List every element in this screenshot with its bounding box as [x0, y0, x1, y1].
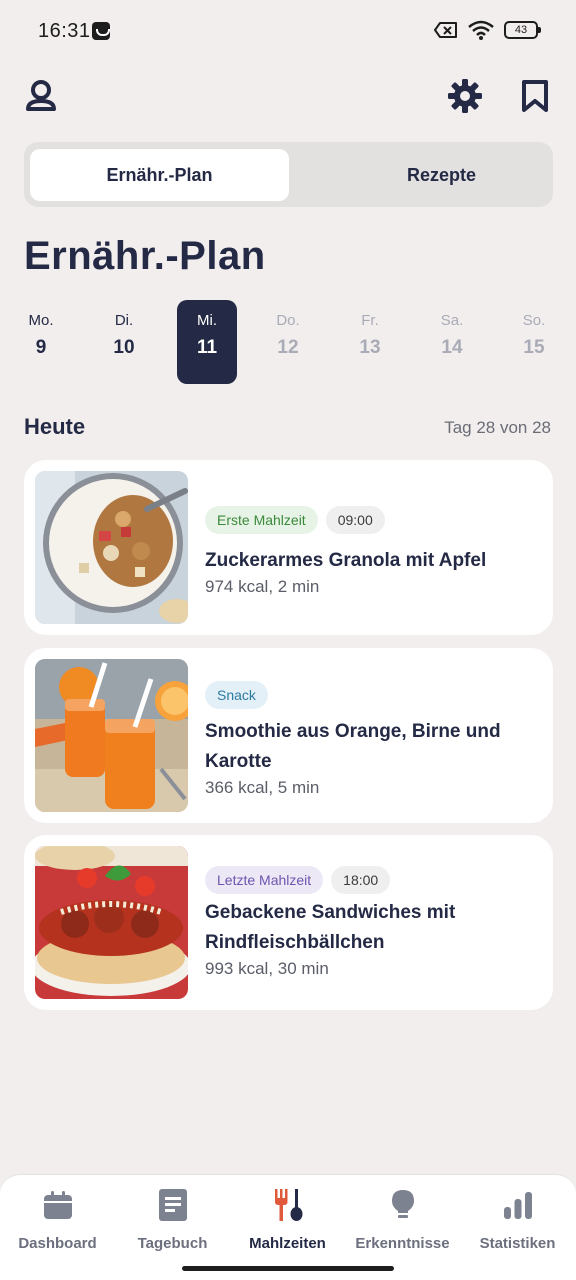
- meal-card-breakfast[interactable]: Erste Mahlzeit 09:00 Zuckerarmes Granola…: [24, 460, 553, 635]
- profile-icon: [26, 80, 56, 111]
- status-time: 16:31: [38, 20, 91, 42]
- section-title: Heute: [24, 414, 86, 439]
- day-number: 11: [196, 337, 218, 358]
- meal-time-badge: 09:00: [325, 506, 385, 534]
- day-number: 9: [35, 337, 47, 358]
- nav-label: Statistiken: [479, 1235, 556, 1252]
- day-name: Do.: [276, 312, 300, 329]
- orange-smoothie-photo: [35, 659, 188, 812]
- nav-label: Mahlzeiten: [249, 1235, 326, 1252]
- lightbulb-icon: [391, 1190, 414, 1218]
- meal-title: Zuckerarmes Granola mit Apfel: [205, 550, 487, 571]
- nav-label: Tagebuch: [137, 1235, 208, 1252]
- day-name: Di.: [114, 312, 134, 329]
- meal-title: Gebackene Sandwiches mit Rindfleischbäll…: [205, 902, 456, 953]
- nav-dashboard[interactable]: Dashboard: [0, 1187, 115, 1252]
- day-name: Sa.: [440, 312, 464, 329]
- day-wednesday[interactable]: Mi. 11: [177, 300, 237, 384]
- meal-type-badge: Erste Mahlzeit: [205, 506, 318, 534]
- bar-chart-icon: [503, 1192, 532, 1219]
- meal-type-badge: Letzte Mahlzeit: [205, 866, 324, 894]
- day-number: 15: [523, 337, 545, 358]
- day-friday[interactable]: Fr. 13: [340, 300, 400, 384]
- journal-icon: [158, 1189, 187, 1221]
- page-title: Ernähr.-Plan: [24, 234, 266, 278]
- profile-button[interactable]: [21, 76, 61, 116]
- gear-icon: [448, 79, 482, 113]
- nav-journal[interactable]: Tagebuch: [115, 1187, 230, 1252]
- meal-time-badge: 18:00: [331, 866, 391, 894]
- settings-button[interactable]: [445, 76, 485, 116]
- day-name: Mi.: [197, 312, 217, 329]
- bookmark-icon: [522, 80, 548, 112]
- meal-type-badge: Snack: [205, 681, 268, 709]
- day-sunday[interactable]: So. 15: [504, 300, 564, 384]
- bottom-navigation: Dashboard Tagebuch Mahlzeiten Erkenntnis…: [0, 1174, 576, 1280]
- day-name: Fr.: [361, 312, 379, 329]
- nav-label: Erkenntnisse: [355, 1235, 450, 1252]
- day-selector: Mo. 9 Di. 10 Mi. 11 Do. 12 Fr. 13 Sa. 14…: [0, 300, 576, 384]
- fork-spoon-icon: [274, 1189, 302, 1221]
- day-number: 14: [441, 337, 463, 358]
- wifi-icon: [468, 20, 494, 40]
- tab-recipes[interactable]: Rezepte: [312, 149, 571, 201]
- nav-insights[interactable]: Erkenntnisse: [345, 1187, 460, 1252]
- status-bar: 16:31 43: [0, 0, 576, 64]
- day-number: 10: [113, 337, 135, 358]
- segmented-control: Ernähr.-Plan Rezepte: [24, 142, 553, 207]
- tab-nutrition-plan[interactable]: Ernähr.-Plan: [30, 149, 289, 201]
- day-number: 12: [277, 337, 299, 358]
- meal-meta: 993 kcal, 30 min: [205, 959, 329, 978]
- meal-card-snack[interactable]: Snack Smoothie aus Orange, Birne und Kar…: [24, 648, 553, 823]
- day-saturday[interactable]: Sa. 14: [422, 300, 482, 384]
- bookmark-button[interactable]: [515, 76, 555, 116]
- meal-card-dinner[interactable]: Letzte Mahlzeit 18:00 Gebackene Sandwich…: [24, 835, 553, 1010]
- nav-label: Dashboard: [18, 1235, 97, 1252]
- plan-progress: Tag 28 von 28: [444, 418, 551, 437]
- battery-level: 43: [514, 24, 528, 36]
- day-name: So.: [522, 312, 546, 329]
- battery-icon: 43: [504, 21, 541, 39]
- day-name: Mo.: [28, 312, 54, 329]
- no-sim-icon: [434, 22, 457, 38]
- calendar-icon: [43, 1191, 72, 1219]
- meal-meta: 366 kcal, 5 min: [205, 778, 320, 797]
- app-notification-icon: [92, 22, 110, 40]
- day-thursday[interactable]: Do. 12: [258, 300, 318, 384]
- day-tuesday[interactable]: Di. 10: [94, 300, 154, 384]
- granola-bowl-photo: [35, 471, 188, 624]
- meal-meta: 974 kcal, 2 min: [205, 577, 320, 596]
- status-icons: 43: [434, 20, 541, 40]
- nav-statistics[interactable]: Statistiken: [460, 1187, 575, 1252]
- meal-title: Smoothie aus Orange, Birne und Karotte: [205, 721, 501, 772]
- day-monday[interactable]: Mo. 9: [11, 300, 71, 384]
- meatball-sandwich-photo: [35, 846, 188, 999]
- day-number: 13: [359, 337, 381, 358]
- home-indicator[interactable]: [182, 1266, 394, 1271]
- nav-meals[interactable]: Mahlzeiten: [230, 1187, 345, 1252]
